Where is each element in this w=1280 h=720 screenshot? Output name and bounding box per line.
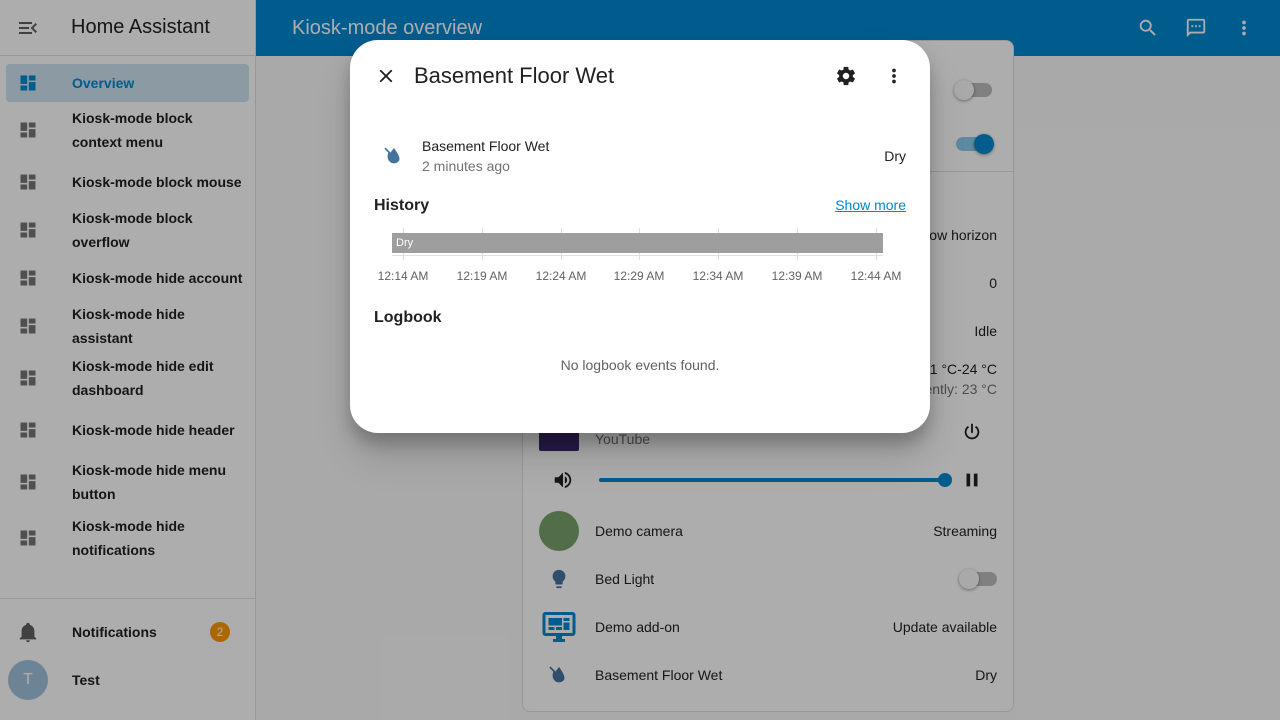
timeline-tick-label: 12:24 AM: [535, 269, 587, 283]
timeline-tick-label: 12:19 AM: [456, 269, 508, 283]
timeline-state-bar[interactable]: Dry: [392, 233, 883, 253]
timeline-tick-label: 12:14 AM: [377, 269, 429, 283]
timeline-tick-label: 12:29 AM: [613, 269, 665, 283]
entity-state-row: Basement Floor Wet 2 minutes ago Dry: [374, 132, 906, 180]
water-off-icon: [374, 145, 414, 167]
timeline-axis: [392, 255, 883, 256]
more-info-dialog: Basement Floor Wet Basement Floor Wet 2 …: [350, 40, 930, 433]
more-vert-icon: [892, 68, 896, 84]
entity-name: Basement Floor Wet: [422, 138, 550, 154]
gear-icon: [837, 66, 855, 86]
show-more-link[interactable]: Show more: [835, 197, 906, 213]
history-timeline: Dry 12:14 AM 12:19 AM 12:24 AM 12:29 AM …: [374, 225, 906, 285]
timeline-tick-label: 12:39 AM: [771, 269, 823, 283]
last-changed: 2 minutes ago: [422, 158, 510, 174]
history-title: History: [374, 197, 430, 214]
entity-state: Dry: [884, 148, 906, 164]
logbook-empty-message: No logbook events found.: [560, 357, 720, 373]
timeline-tick-label: 12:34 AM: [692, 269, 744, 283]
settings-button[interactable]: [822, 52, 870, 100]
dialog-menu-button[interactable]: [870, 52, 918, 100]
close-button[interactable]: [362, 52, 410, 100]
dialog-title: Basement Floor Wet: [414, 63, 615, 88]
logbook-title: Logbook: [374, 309, 442, 326]
close-icon: [379, 69, 393, 83]
dialog-header: Basement Floor Wet: [350, 40, 930, 112]
timeline-tick-label: 12:44 AM: [850, 269, 902, 283]
